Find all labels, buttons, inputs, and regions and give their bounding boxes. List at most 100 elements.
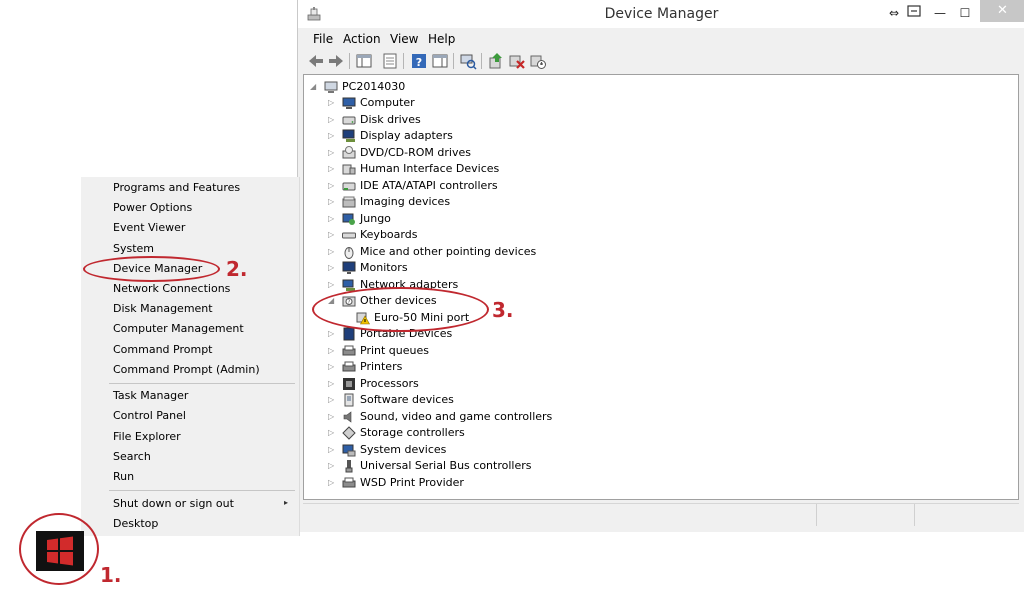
menu-separator [109, 383, 295, 384]
category-label: Print queues [360, 344, 429, 357]
category-label: Software devices [360, 393, 454, 406]
show-hide-console-tree-icon[interactable] [355, 52, 373, 70]
keyboard-icon [342, 232, 356, 239]
annotation-ring-device-manager [83, 256, 220, 282]
menu-desktop[interactable]: Desktop [113, 515, 158, 533]
menu-run[interactable]: Run [113, 468, 134, 486]
annotation-ring-other-devices [312, 287, 489, 332]
print-queue-icon [342, 345, 356, 356]
uninstall-icon[interactable] [508, 52, 526, 70]
title-bar[interactable]: Device Manager ⇔ — ☐ ✕ [298, 0, 1024, 28]
toolbar-separator [349, 53, 350, 69]
menu-task-manager[interactable]: Task Manager [113, 387, 188, 405]
imaging-device-icon [342, 196, 356, 208]
collapsed-arrow-icon[interactable]: ▷ [328, 112, 334, 128]
collapsed-arrow-icon[interactable]: ▷ [328, 194, 334, 210]
menu-search[interactable]: Search [113, 448, 151, 466]
collapsed-arrow-icon[interactable]: ▷ [328, 244, 334, 260]
category-label: Computer [360, 96, 415, 109]
forward-icon[interactable] [327, 52, 345, 70]
tree-root-label: PC2014030 [342, 80, 406, 93]
maximize-button[interactable]: ☐ [954, 4, 976, 22]
system-device-icon [342, 444, 356, 457]
back-icon[interactable] [307, 52, 325, 70]
annotation-step-2: 2. [226, 257, 248, 281]
help-icon[interactable]: ? [410, 52, 428, 70]
menu-event-viewer[interactable]: Event Viewer [113, 219, 185, 237]
jungo-icon [342, 213, 355, 225]
menu-file-explorer[interactable]: File Explorer [113, 428, 181, 446]
collapsed-arrow-icon[interactable]: ▷ [328, 425, 334, 441]
category-label: Jungo [360, 212, 391, 225]
category-label: Sound, video and game controllers [360, 410, 553, 423]
mouse-icon [344, 247, 354, 259]
status-bar [303, 503, 1019, 526]
collapsed-arrow-icon[interactable]: ▷ [328, 475, 334, 491]
minimize-button[interactable]: — [930, 4, 950, 22]
collapsed-arrow-icon[interactable]: ▷ [328, 95, 334, 111]
menu-power-options[interactable]: Power Options [113, 199, 192, 217]
menu-control-panel[interactable]: Control Panel [113, 407, 186, 425]
collapsed-arrow-icon[interactable]: ▷ [328, 376, 334, 392]
wsd-printer-icon [342, 477, 356, 488]
category-label: Universal Serial Bus controllers [360, 459, 532, 472]
software-device-icon [344, 393, 354, 407]
annotation-step-1: 1. [100, 563, 122, 587]
toolbar-separator [453, 53, 454, 69]
collapsed-arrow-icon[interactable]: ▷ [328, 227, 334, 243]
collapsed-arrow-icon[interactable]: ▷ [328, 277, 334, 293]
category-label: Storage controllers [360, 426, 465, 439]
category-label: Mice and other pointing devices [360, 245, 537, 258]
expanded-arrow-icon[interactable]: ◢ [310, 79, 316, 95]
scan-hardware-icon[interactable] [459, 52, 477, 70]
svg-text:?: ? [416, 56, 422, 69]
annotation-ring-start [19, 513, 99, 585]
menu-computer-management[interactable]: Computer Management [113, 320, 244, 338]
menu-shut-down-or-sign-out[interactable]: Shut down or sign out [113, 495, 234, 513]
menu-action[interactable]: Action [343, 32, 381, 46]
collapsed-arrow-icon[interactable]: ▷ [328, 343, 334, 359]
annotation-step-3: 3. [492, 298, 514, 322]
collapsed-arrow-icon[interactable]: ▷ [328, 409, 334, 425]
collapsed-arrow-icon[interactable]: ▷ [328, 128, 334, 144]
restore-icon[interactable]: ⇔ [883, 4, 905, 22]
hid-icon [342, 164, 356, 175]
update-driver-icon[interactable] [487, 52, 505, 70]
collapsed-arrow-icon[interactable]: ▷ [328, 178, 334, 194]
category-label: Display adapters [360, 129, 453, 142]
action-pane-icon[interactable] [431, 52, 449, 70]
menu-command-prompt-admin[interactable]: Command Prompt (Admin) [113, 361, 260, 379]
collapsed-arrow-icon[interactable]: ▷ [328, 392, 334, 408]
disk-drive-icon [342, 116, 356, 125]
collapsed-arrow-icon[interactable]: ▷ [328, 359, 334, 375]
disable-device-icon[interactable] [529, 52, 547, 70]
collapsed-arrow-icon[interactable]: ▷ [328, 161, 334, 177]
menu-command-prompt[interactable]: Command Prompt [113, 341, 213, 359]
properties-icon[interactable] [381, 52, 399, 70]
usb-icon [345, 460, 353, 473]
menu-help[interactable]: Help [428, 32, 455, 46]
close-button[interactable]: ✕ [980, 0, 1024, 22]
collapsed-arrow-icon[interactable]: ▷ [328, 458, 334, 474]
toolbar-separator [403, 53, 404, 69]
collapsed-arrow-icon[interactable]: ▷ [328, 145, 334, 161]
menu-view[interactable]: View [390, 32, 418, 46]
collapsed-arrow-icon[interactable]: ▷ [328, 326, 334, 342]
category-label: IDE ATA/ATAPI controllers [360, 179, 498, 192]
menu-file[interactable]: File [313, 32, 333, 46]
menu-network-connections[interactable]: Network Connections [113, 280, 230, 298]
collapsed-arrow-icon[interactable]: ▷ [328, 442, 334, 458]
window-menu-icon[interactable] [905, 4, 923, 22]
display-adapter-icon [342, 129, 355, 142]
collapsed-arrow-icon[interactable]: ▷ [328, 260, 334, 276]
category-label: Monitors [360, 261, 408, 274]
toolbar: ? [303, 50, 1019, 72]
collapsed-arrow-icon[interactable]: ▷ [328, 211, 334, 227]
category-label: Keyboards [360, 228, 418, 241]
category-label: Imaging devices [360, 195, 451, 208]
menu-disk-management[interactable]: Disk Management [113, 300, 213, 318]
submenu-arrow-icon: ▸ [284, 498, 289, 507]
menu-programs-and-features[interactable]: Programs and Features [113, 179, 240, 197]
processor-icon [343, 378, 355, 390]
category-label: System devices [360, 443, 447, 456]
